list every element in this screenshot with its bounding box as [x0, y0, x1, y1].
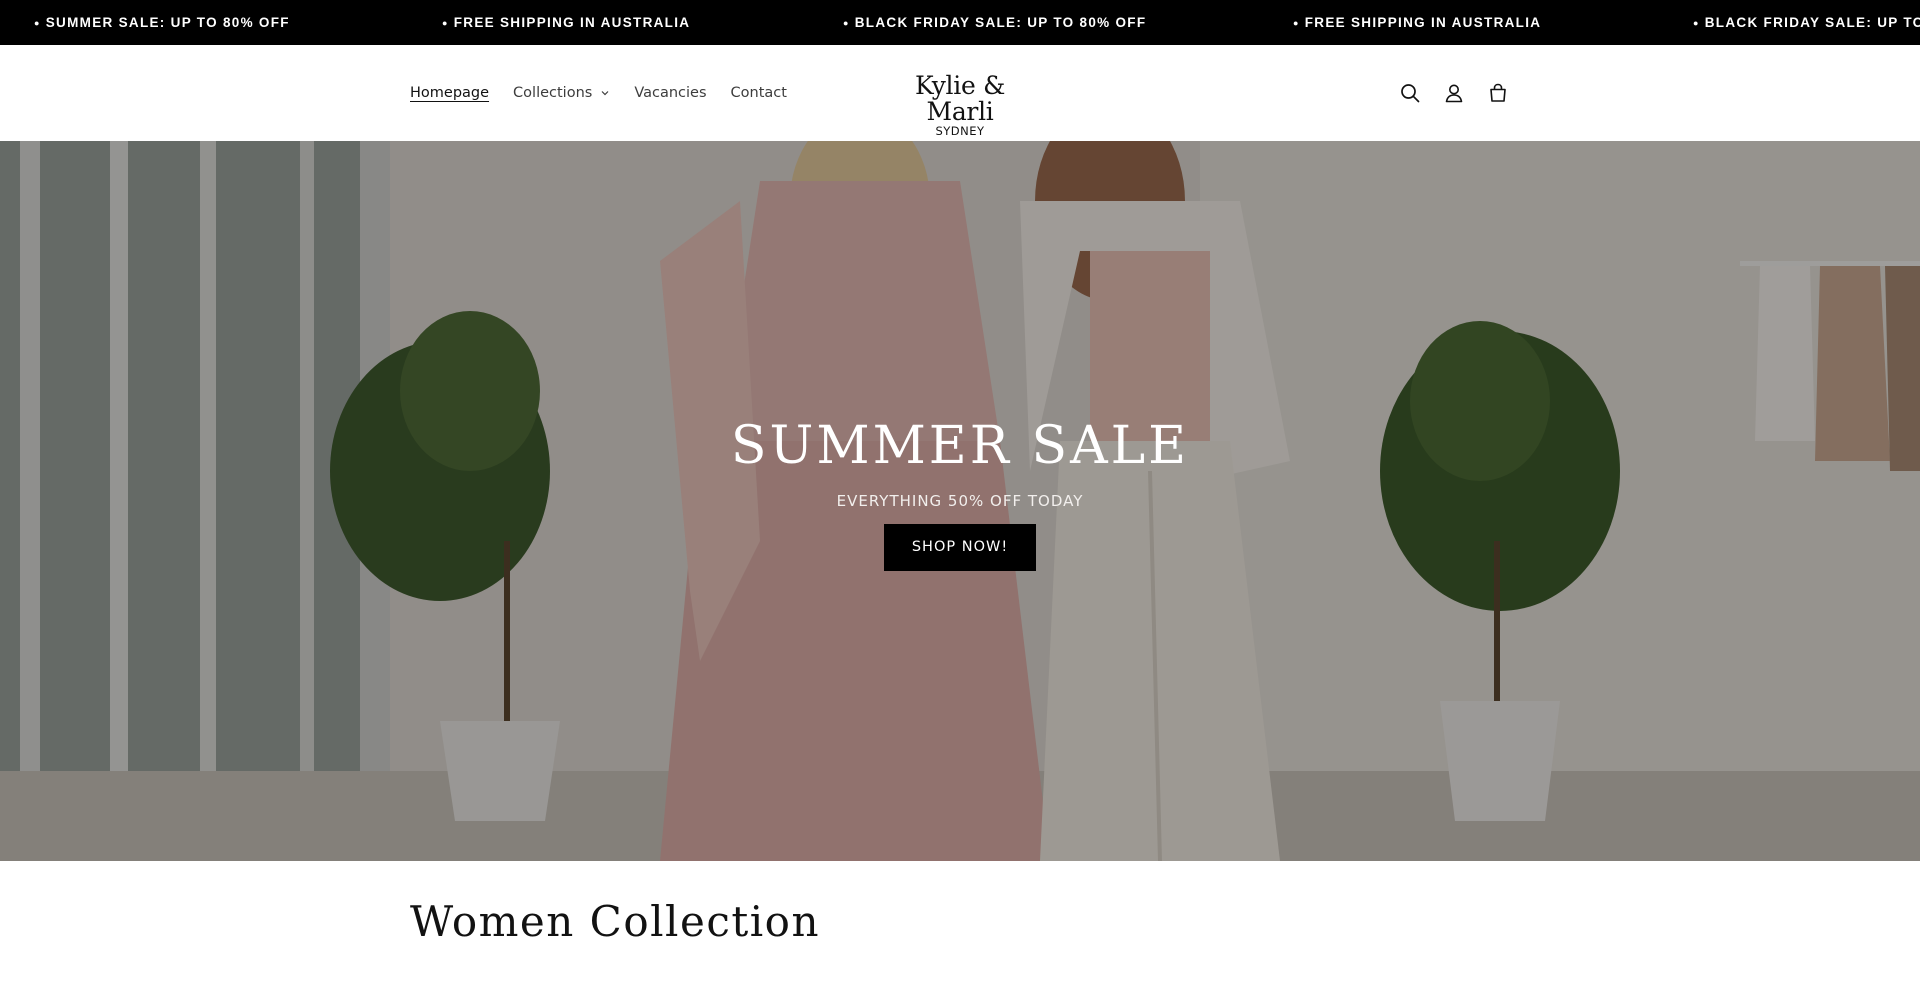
nav-link-label: Contact — [730, 85, 787, 101]
bullet-icon: ● — [442, 18, 449, 28]
logo-name: Kylie & Marli — [914, 71, 1006, 126]
cart-icon — [1490, 83, 1506, 102]
search-button[interactable] — [1388, 71, 1432, 115]
bullet-icon: ● — [1293, 18, 1300, 28]
nav-link-collections[interactable]: Collections — [513, 85, 610, 101]
nav-link-vacancies[interactable]: Vacancies — [634, 85, 706, 101]
announcement-item: ● FREE SHIPPING IN AUSTRALIA — [442, 0, 690, 45]
hero-subtitle: EVERYTHING 50% OFF TODAY — [836, 492, 1084, 510]
brand-logo[interactable]: Kylie & Marli SYDNEY — [880, 73, 1040, 138]
account-button[interactable] — [1432, 71, 1476, 115]
header-icons — [1388, 45, 1520, 141]
chevron-down-icon — [601, 91, 609, 96]
nav-link-contact[interactable]: Contact — [731, 85, 787, 101]
bullet-icon: ● — [843, 18, 850, 28]
site-header: Homepage Collections Vacancies Contact K… — [0, 45, 1920, 141]
hero-banner: SUMMER SALE EVERYTHING 50% OFF TODAY SHO… — [0, 141, 1920, 861]
logo-subtitle: SYDNEY — [935, 124, 985, 138]
section-title: Women Collection — [410, 897, 820, 946]
search-icon — [1401, 84, 1420, 103]
announcement-item: ● BLACK FRIDAY SALE: UP TO 80% OFF — [843, 0, 1146, 45]
nav-link-label: Vacancies — [634, 85, 707, 101]
announcement-bar: ● SUMMER SALE: UP TO 80% OFF ● FREE SHIPPI… — [0, 0, 1920, 45]
bullet-icon: ● — [1693, 18, 1700, 28]
announcement-item: ● FREE SHIPPING IN AUSTRALIA — [1293, 0, 1541, 45]
hero-content: SUMMER SALE EVERYTHING 50% OFF TODAY SHO… — [0, 416, 1920, 571]
hero-title: SUMMER SALE — [730, 416, 1190, 476]
account-icon — [1445, 84, 1463, 103]
shop-now-button[interactable]: SHOP NOW! — [884, 524, 1036, 571]
cart-button[interactable] — [1476, 71, 1520, 115]
nav-link-label: Collections — [513, 85, 593, 101]
main-nav: Homepage Collections Vacancies Contact — [410, 45, 811, 141]
announcement-item: ● BLACK FRIDAY SALE: UP TO — [1693, 0, 1920, 45]
announcement-item: ● SUMMER SALE: UP TO 80% OFF — [34, 0, 290, 45]
nav-link-homepage[interactable]: Homepage — [410, 85, 489, 101]
nav-link-label: Homepage — [410, 85, 490, 101]
bullet-icon: ● — [34, 18, 41, 28]
